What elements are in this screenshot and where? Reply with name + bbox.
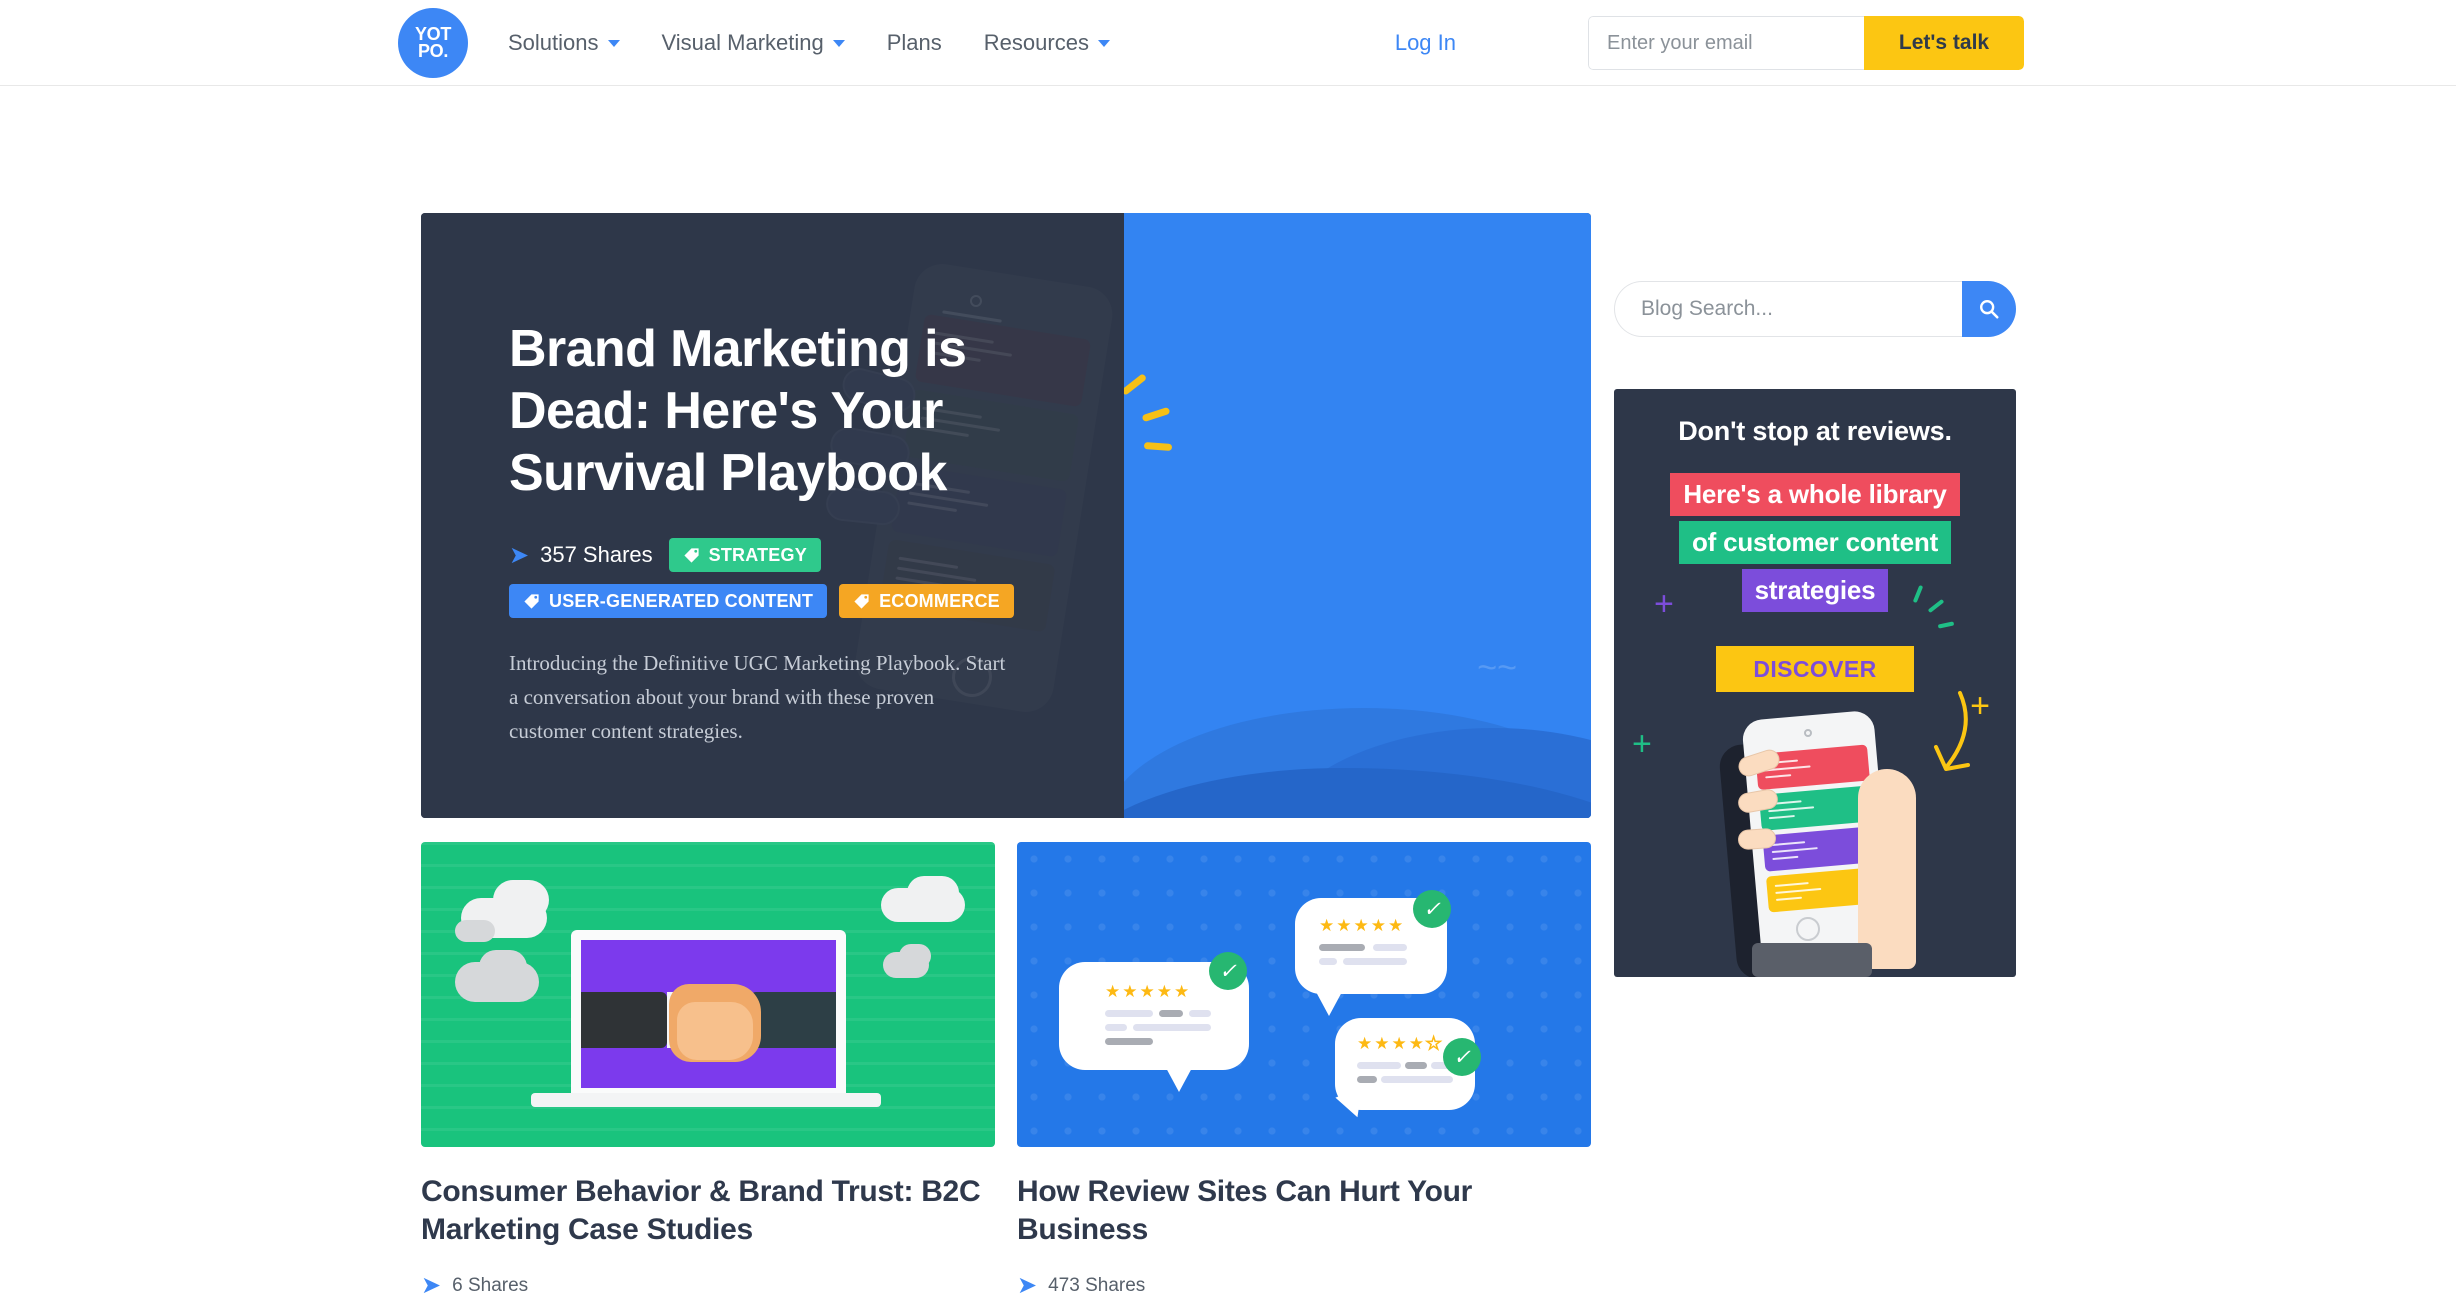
article-share-count: ➤ 6 Shares xyxy=(421,1271,995,1300)
search-button[interactable] xyxy=(1962,281,2016,337)
logo-text-bottom: PO. xyxy=(417,41,449,61)
search-input[interactable] xyxy=(1614,281,1962,337)
nav-item-resources[interactable]: Resources xyxy=(984,30,1110,56)
blog-search xyxy=(1614,281,2016,337)
share-icon: ➤ xyxy=(509,541,530,569)
hero-description: Introducing the Definitive UGC Marketing… xyxy=(509,651,1006,743)
seagull-icon: ~~ xyxy=(1477,649,1517,687)
main-content: Brand Marketing is Dead: Here's Your Sur… xyxy=(421,213,1591,1310)
tag-icon xyxy=(684,547,699,563)
tag-label: STRATEGY xyxy=(708,544,807,565)
tag-icon xyxy=(854,593,869,609)
email-field[interactable] xyxy=(1588,16,1864,70)
promo-headline: Don't stop at reviews. xyxy=(1678,416,1952,446)
tag-label: USER-GENERATED CONTENT xyxy=(549,590,814,611)
share-count-label: 6 Shares xyxy=(452,1274,529,1296)
hero-left-panel: Brand Marketing is Dead: Here's Your Sur… xyxy=(421,213,1124,818)
promo-line-2: of customer content xyxy=(1678,521,1952,564)
promo-banner[interactable]: Don't stop at reviews. Here's a whole li… xyxy=(1614,389,2016,977)
signup-form: Let's talk xyxy=(1588,16,2024,70)
chevron-down-icon xyxy=(1097,39,1110,47)
plus-decor-icon: + xyxy=(1654,585,1674,623)
main-navigation: Solutions Visual Marketing Plans Resourc… xyxy=(508,0,1110,86)
nav-item-solutions[interactable]: Solutions xyxy=(508,30,620,56)
hero-title[interactable]: Brand Marketing is Dead: Here's Your Sur… xyxy=(509,318,1069,504)
nav-item-visual-marketing[interactable]: Visual Marketing xyxy=(662,30,845,56)
hero-share-count: ➤ 357 Shares xyxy=(509,541,653,570)
site-header: YOT PO. Solutions Visual Marketing Plans… xyxy=(0,0,2456,86)
tag-label: ECOMMERCE xyxy=(879,590,1000,611)
search-icon xyxy=(1980,300,1999,319)
nav-label: Plans xyxy=(886,30,942,55)
chevron-down-icon xyxy=(832,39,845,47)
nav-label: Visual Marketing xyxy=(661,30,824,55)
article-thumbnail-reviews[interactable]: ★ ★ ★ ★ ★ ✓ ★ ★ ★ ★ ★ ✓ ★ ★ ★ ★ ★ ✓ xyxy=(1017,842,1591,1147)
article-thumbnail-handshake[interactable] xyxy=(421,842,995,1147)
tag-user-generated-content[interactable]: USER-GENERATED CONTENT xyxy=(509,584,828,618)
share-icon: ➤ xyxy=(421,1272,442,1299)
nav-item-plans[interactable]: Plans xyxy=(887,30,942,56)
article-share-count: ➤ 473 Shares xyxy=(1017,1271,1591,1300)
plus-decor-icon: + xyxy=(1970,687,1990,725)
article-title[interactable]: How Review Sites Can Hurt Your Business xyxy=(1017,1173,1591,1249)
lets-talk-button[interactable]: Let's talk xyxy=(1864,16,2024,70)
share-count-label: 357 Shares xyxy=(540,542,653,567)
article-card: Consumer Behavior & Brand Trust: B2C Mar… xyxy=(421,842,995,1310)
featured-post-hero[interactable]: Brand Marketing is Dead: Here's Your Sur… xyxy=(421,213,1591,818)
article-title[interactable]: Consumer Behavior & Brand Trust: B2C Mar… xyxy=(421,1173,995,1249)
hero-tags-row: USER-GENERATED CONTENT ECOMMERCE xyxy=(509,584,1069,618)
yotpo-logo[interactable]: YOT PO. xyxy=(398,8,468,78)
sidebar: Don't stop at reviews. Here's a whole li… xyxy=(1614,281,2016,977)
discover-button[interactable]: DISCOVER xyxy=(1716,646,1914,692)
verified-check-icon: ✓ xyxy=(1413,890,1451,928)
tag-ecommerce[interactable]: ECOMMERCE xyxy=(839,584,1014,618)
verified-check-icon: ✓ xyxy=(1209,952,1247,990)
hero-text-block: Brand Marketing is Dead: Here's Your Sur… xyxy=(509,318,1069,748)
share-count-label: 473 Shares xyxy=(1048,1274,1146,1296)
hero-meta-row: ➤ 357 Shares STRATEGY xyxy=(509,538,1069,572)
chevron-down-icon xyxy=(607,39,620,47)
promo-line-1: Here's a whole library xyxy=(1670,473,1960,516)
share-icon: ➤ xyxy=(1017,1272,1038,1299)
article-grid: Consumer Behavior & Brand Trust: B2C Mar… xyxy=(421,842,1591,1310)
login-link[interactable]: Log In xyxy=(1395,0,1456,86)
tag-strategy[interactable]: STRATEGY xyxy=(668,538,821,572)
article-card: ★ ★ ★ ★ ★ ✓ ★ ★ ★ ★ ★ ✓ ★ ★ ★ ★ ★ ✓ How … xyxy=(1017,842,1591,1310)
promo-line-3: strategies xyxy=(1741,569,1889,612)
verified-check-icon: ✓ xyxy=(1443,1038,1481,1076)
nav-label: Solutions xyxy=(508,30,599,55)
tag-icon xyxy=(524,593,539,609)
plus-decor-icon: + xyxy=(1632,725,1652,763)
promo-highlight-lines: Here's a whole library of customer conte… xyxy=(1614,473,2016,612)
hand-holding-phone-illustration xyxy=(1712,709,1922,977)
hero-right-panel: ~~ xyxy=(1124,213,1591,818)
nav-label: Resources xyxy=(983,30,1089,55)
